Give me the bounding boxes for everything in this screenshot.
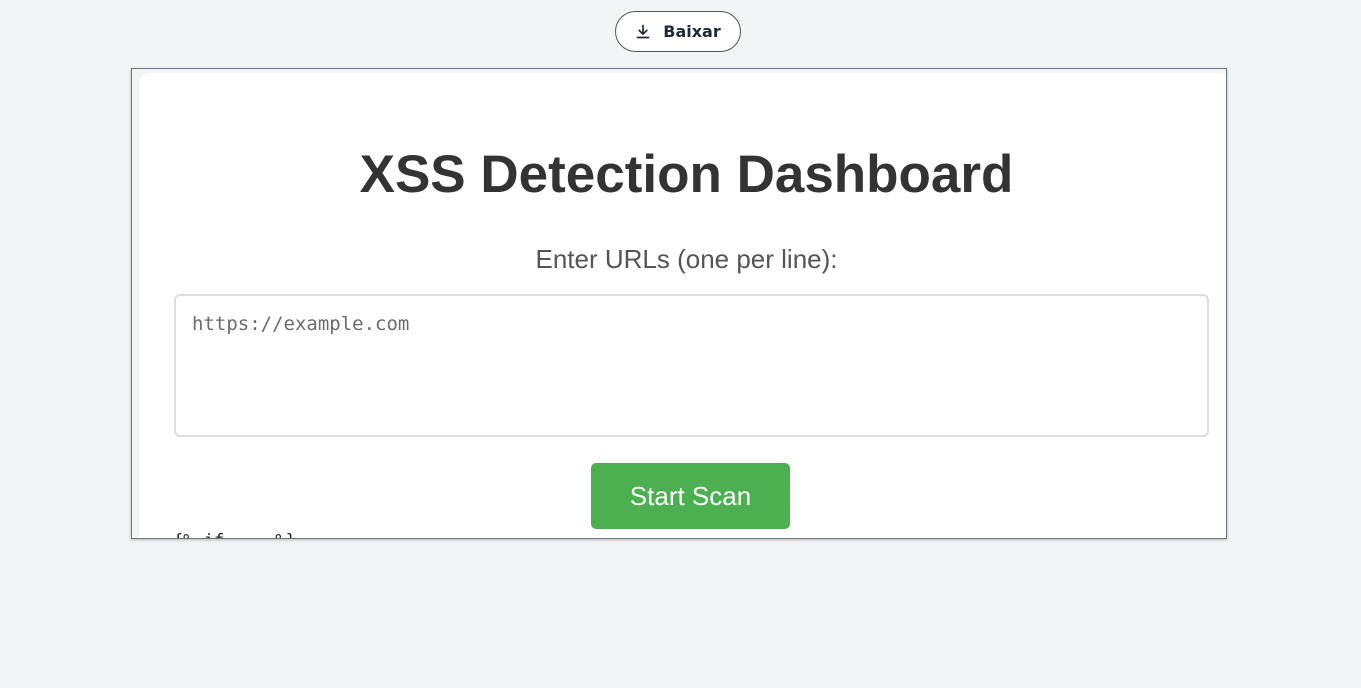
template-code-fragment: {% if ... %}	[173, 531, 296, 538]
url-input-label: Enter URLs (one per line):	[535, 244, 838, 274]
url-input[interactable]	[174, 294, 1209, 437]
page-title: XSS Detection Dashboard	[359, 145, 1014, 204]
dashboard-card: XSS Detection Dashboard Enter URLs (one …	[139, 73, 1226, 538]
start-scan-button[interactable]: Start Scan	[591, 463, 790, 529]
download-button[interactable]: Baixar	[615, 11, 741, 52]
download-icon	[635, 24, 651, 40]
preview-frame: XSS Detection Dashboard Enter URLs (one …	[131, 68, 1227, 539]
download-button-label: Baixar	[663, 22, 721, 41]
